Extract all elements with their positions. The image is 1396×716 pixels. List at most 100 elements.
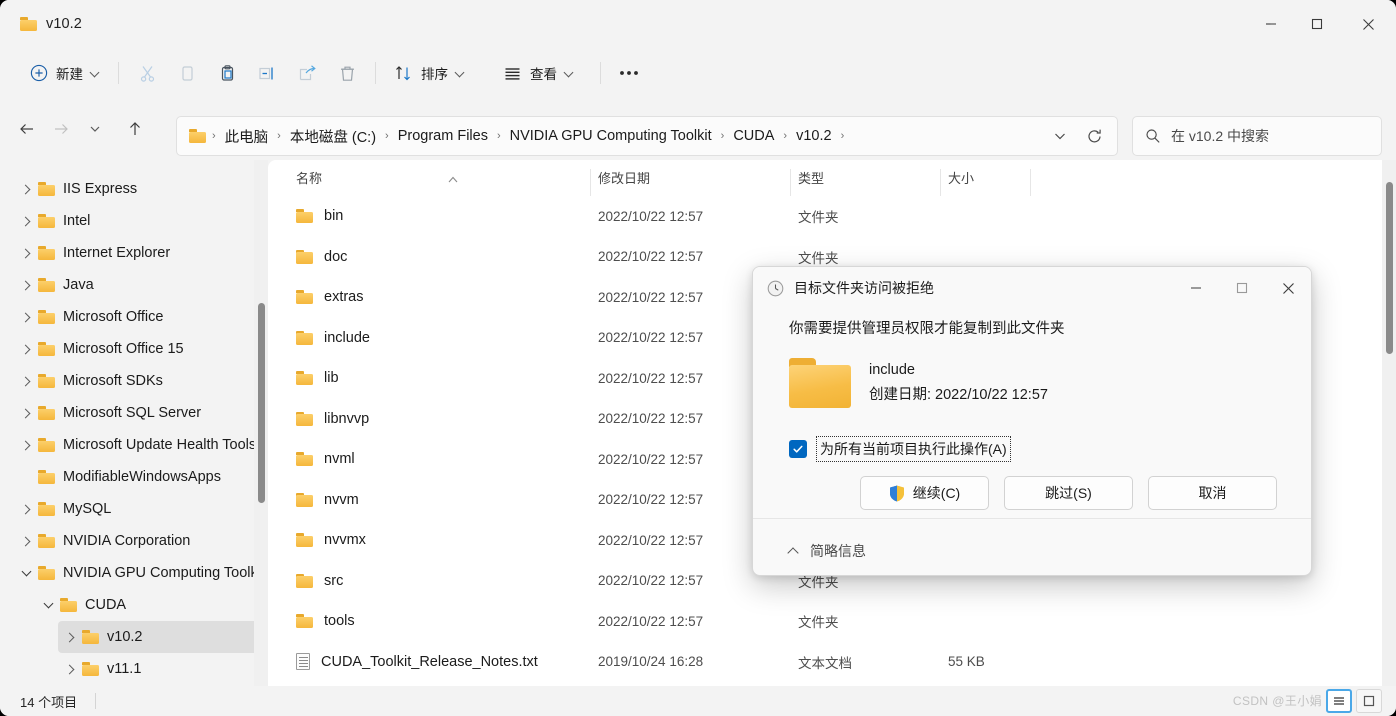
up-button[interactable] [118,112,152,146]
dialog-footer-divider [753,518,1311,519]
back-button[interactable] [10,112,44,146]
chevron-right-icon[interactable] [14,337,38,361]
chevron-right-icon[interactable] [14,433,38,457]
breadcrumb-item-1[interactable]: 本地磁盘 (C:) [285,123,381,150]
skip-button[interactable]: 跳过(S) [1004,476,1133,510]
copy-button[interactable] [167,56,207,90]
column-divider[interactable] [590,169,591,196]
table-row[interactable]: CUDA_Toolkit_Release_Notes.txt 2019/10/24… [268,642,1396,683]
file-name-cell: lib [296,370,339,386]
dialog-details-label: 简略信息 [810,543,866,559]
breadcrumb-item-4[interactable]: CUDA [728,125,779,147]
chevron-right-icon[interactable] [14,369,38,393]
table-row[interactable]: bin 2022/10/22 12:57 文件夹 [268,196,1396,237]
folder-icon [38,246,55,260]
dialog-maximize-icon[interactable] [1219,267,1265,309]
minimize-icon[interactable] [1248,0,1294,48]
chevron-right-icon[interactable] [14,209,38,233]
maximize-icon[interactable] [1294,0,1340,48]
tree-item[interactable]: CUDA [36,589,260,621]
dialog-close-icon[interactable] [1265,267,1311,309]
tree-item[interactable]: v10.2 [58,621,260,653]
folder-icon [20,17,37,31]
chevron-right-icon[interactable] [58,625,82,649]
share-button[interactable] [287,56,327,90]
sidebar-scrollbar[interactable] [254,160,268,686]
large-icons-view-button[interactable] [1356,689,1382,713]
chevron-right-icon[interactable] [14,305,38,329]
rename-button[interactable] [247,56,287,90]
tree-item-label: NVIDIA Corporation [63,533,191,549]
breadcrumb-item-3[interactable]: NVIDIA GPU Computing Toolkit [505,125,717,147]
tree-item[interactable]: Intel [14,205,260,237]
tree-item[interactable]: Microsoft Office 15 [14,333,260,365]
window-controls [1248,0,1396,48]
more-options-button[interactable] [609,56,649,90]
search-input[interactable]: 在 v10.2 中搜索 [1132,116,1382,156]
tree-item[interactable]: Java [14,269,260,301]
delete-button[interactable] [327,56,367,90]
sidebar-scrollbar-thumb[interactable] [258,303,265,503]
tree-item[interactable]: Microsoft Update Health Tools [14,429,260,461]
file-list-scrollbar[interactable] [1382,160,1396,686]
breadcrumb-item-0[interactable]: 此电脑 [220,123,274,150]
column-divider[interactable] [790,169,791,196]
sort-ascending-icon [448,170,458,183]
dialog-details-toggle[interactable]: 简略信息 [787,541,866,561]
folder-icon [296,411,313,426]
cut-button[interactable] [127,56,167,90]
apply-to-all-checkbox[interactable] [789,440,807,458]
breadcrumb[interactable]: › 此电脑 › 本地磁盘 (C:) › Program Files › NVID… [176,116,1118,156]
view-button[interactable]: 查看 [493,56,584,90]
cancel-button[interactable]: 取消 [1148,476,1277,510]
chevron-down-icon[interactable] [36,593,60,617]
status-bar: 14 个项目 CSDN @王小娟 [0,686,1396,716]
recent-locations-button[interactable] [78,112,112,146]
table-row[interactable]: tools 2022/10/22 12:57 文件夹 [268,601,1396,642]
tree-item[interactable]: Internet Explorer [14,237,260,269]
sort-button-label: 排序 [421,67,448,82]
folder-icon [296,533,313,548]
chevron-right-icon[interactable] [14,401,38,425]
column-header-size[interactable]: 大小 [948,168,974,187]
close-icon[interactable] [1340,0,1396,48]
continue-button[interactable]: 继续(C) [860,476,989,510]
tree-item[interactable]: IIS Express [14,173,260,205]
tree-expander-placeholder [14,465,38,489]
tree-item[interactable]: ModifiableWindowsApps [14,461,260,493]
column-divider[interactable] [1030,169,1031,196]
breadcrumb-item-5[interactable]: v10.2 [791,125,836,147]
chevron-down-icon [91,69,100,78]
search-icon [1146,129,1160,143]
forward-button[interactable] [44,112,78,146]
paste-button[interactable] [207,56,247,90]
file-list-scrollbar-thumb[interactable] [1386,182,1393,354]
column-header-name[interactable]: 名称 [296,168,322,187]
chevron-right-icon[interactable] [14,273,38,297]
breadcrumb-item-2[interactable]: Program Files [393,125,493,147]
chevron-right-icon[interactable] [14,241,38,265]
tree-item[interactable]: Microsoft SDKs [14,365,260,397]
sort-button[interactable]: 排序 [384,56,475,90]
chevron-right-icon[interactable] [14,529,38,553]
tree-item[interactable]: NVIDIA Corporation [14,525,260,557]
tree-item[interactable]: Microsoft SQL Server [14,397,260,429]
chevron-right-icon[interactable] [14,497,38,521]
tree-item[interactable]: NVIDIA GPU Computing Toolkit [14,557,265,589]
dialog-minimize-icon[interactable] [1173,267,1219,309]
chevron-down-icon[interactable] [14,561,38,585]
column-header-date[interactable]: 修改日期 [598,168,650,187]
details-view-button[interactable] [1326,689,1352,713]
chevron-right-icon[interactable] [58,657,82,681]
tree-item[interactable]: MySQL [14,493,260,525]
new-button[interactable]: 新建 [20,56,110,90]
column-header-type[interactable]: 类型 [798,168,824,187]
toolbar-divider-2 [375,62,376,84]
chevron-right-icon[interactable] [14,177,38,201]
refresh-button[interactable] [1077,119,1111,153]
apply-to-all-checkbox-row[interactable]: 为所有当前项目执行此操作(A) [789,436,1311,462]
column-divider[interactable] [940,169,941,196]
breadcrumb-dropdown-button[interactable] [1043,119,1077,153]
tree-item[interactable]: Microsoft Office [14,301,260,333]
tree-item[interactable]: v11.1 [58,653,260,685]
